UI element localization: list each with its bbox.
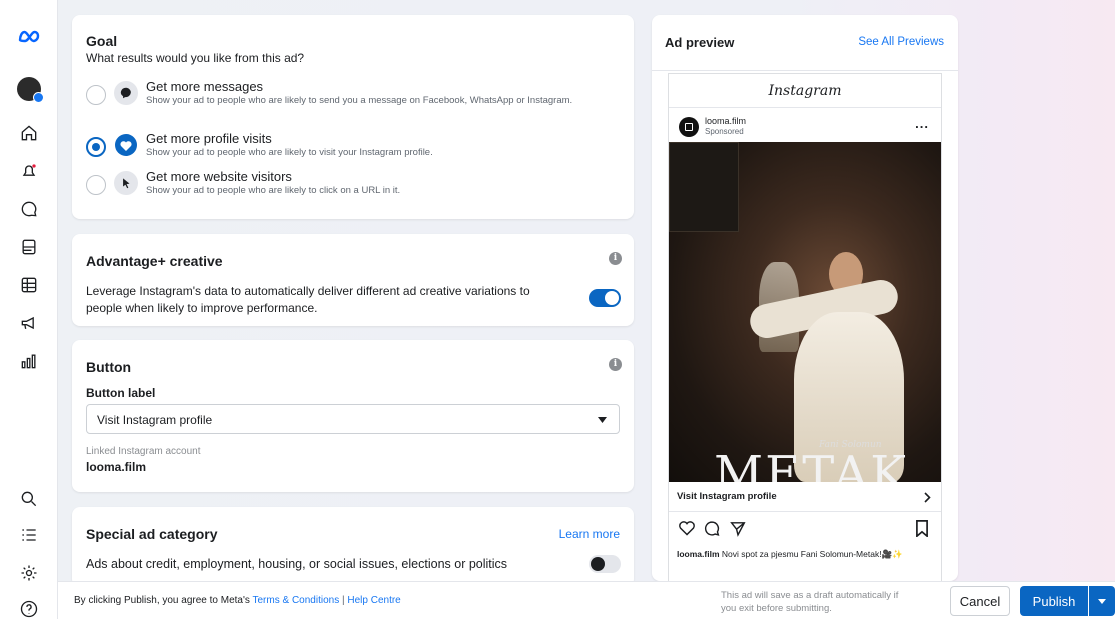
profile-icon <box>114 133 138 157</box>
option-title: Get more website visitors <box>146 169 292 184</box>
button-label-select[interactable]: Visit Instagram profile <box>86 404 620 434</box>
account-avatar-icon[interactable] <box>16 76 44 103</box>
share-icon[interactable] <box>729 520 747 537</box>
publish-button[interactable]: Publish <box>1020 586 1088 616</box>
caption-text: Novi spot za pjesmu Fani Solomun-Metak!🎥… <box>721 549 903 559</box>
toggle-knob <box>605 291 619 305</box>
goal-card: Goal What results would you like from th… <box>72 15 634 219</box>
info-icon[interactable]: i <box>609 358 622 371</box>
post-caption: looma.film Novi spot za pjesmu Fani Solo… <box>677 548 917 560</box>
radio-profile-visits[interactable] <box>86 137 106 157</box>
search-icon[interactable] <box>16 486 42 512</box>
button-card: Button i Button label Visit Instagram pr… <box>72 340 634 492</box>
special-description: Ads about credit, employment, housing, o… <box>86 557 508 571</box>
cursor-icon <box>114 171 138 195</box>
bookmark-icon[interactable] <box>915 520 929 537</box>
left-navigation-rail <box>0 0 58 619</box>
advantage-description: Leverage Instagram's data to automatical… <box>86 284 530 315</box>
see-all-previews-link[interactable]: See All Previews <box>858 36 944 48</box>
account-avatar <box>679 117 699 137</box>
option-desc: Show your ad to people who are likely to… <box>146 185 401 196</box>
grid-icon[interactable] <box>16 272 42 298</box>
posts-icon[interactable] <box>16 234 42 260</box>
chevron-down-icon <box>598 417 607 423</box>
goal-subtitle: What results would you like from this ad… <box>86 51 305 65</box>
cta-bar[interactable]: Visit Instagram profile <box>669 482 941 512</box>
terms-link[interactable]: Terms & Conditions <box>253 595 340 606</box>
menu-icon[interactable] <box>16 522 42 548</box>
overlay-title: METAK <box>714 446 909 482</box>
special-title: Special ad category <box>86 526 218 542</box>
instagram-logo: Instagram <box>669 74 941 108</box>
goal-option-website-visitors[interactable]: Get more website visitors Show your ad t… <box>86 169 606 205</box>
option-title: Get more profile visits <box>146 131 272 146</box>
meta-logo-icon[interactable] <box>16 24 42 50</box>
goal-title: Goal <box>86 33 118 49</box>
caption-user: looma.film <box>677 549 720 559</box>
publish-options-button[interactable] <box>1089 586 1115 616</box>
ad-preview-title: Ad preview <box>665 35 735 50</box>
chevron-right-icon <box>924 492 931 503</box>
cta-label: Visit Instagram profile <box>677 491 777 502</box>
messenger-icon <box>114 81 138 105</box>
help-icon[interactable] <box>16 596 42 619</box>
messages-icon[interactable] <box>16 196 42 222</box>
home-icon[interactable] <box>16 120 42 146</box>
button-label-heading: Button label <box>86 386 156 400</box>
insights-icon[interactable] <box>16 348 42 374</box>
post-account-name: looma.film <box>705 116 747 126</box>
ad-preview-panel: Ad preview See All Previews Instagram lo… <box>652 15 958 581</box>
settings-icon[interactable] <box>16 560 42 586</box>
ad-image: Fani Solomun METAK <box>669 142 941 482</box>
draft-note-line-2: you exit before submitting. <box>721 603 832 614</box>
option-title: Get more messages <box>146 79 264 94</box>
notifications-icon[interactable] <box>16 158 42 184</box>
sponsored-label: Sponsored <box>705 127 744 136</box>
separator: | <box>341 595 345 606</box>
draft-note: This ad will save as a draft automatical… <box>721 589 898 615</box>
publish-notice: By clicking Publish, you agree to Meta's… <box>74 595 401 606</box>
draft-note-line-1: This ad will save as a draft automatical… <box>721 590 899 601</box>
ads-icon[interactable] <box>16 310 42 336</box>
help-centre-link[interactable]: Help Centre <box>347 595 400 606</box>
option-desc: Show your ad to people who are likely to… <box>146 147 433 158</box>
button-section-title: Button <box>86 359 132 375</box>
linked-account-value: looma.film <box>86 460 147 474</box>
more-options-icon[interactable]: ... <box>915 116 929 131</box>
radio-website-visitors[interactable] <box>86 175 106 195</box>
info-icon[interactable]: i <box>609 252 622 265</box>
goal-option-profile-visits[interactable]: Get more profile visits Show your ad to … <box>86 131 606 167</box>
heart-icon[interactable] <box>678 520 696 536</box>
chevron-down-icon <box>1098 598 1106 604</box>
footer-bar: By clicking Publish, you agree to Meta's… <box>58 581 1115 619</box>
advantage-toggle[interactable] <box>589 289 621 307</box>
divider <box>652 70 958 71</box>
special-ad-category-card: Special ad category Learn more Ads about… <box>72 507 634 587</box>
cancel-button[interactable]: Cancel <box>950 586 1010 616</box>
select-value: Visit Instagram profile <box>97 413 213 427</box>
instagram-mockup: Instagram looma.film Sponsored ... Fani … <box>668 73 942 581</box>
option-desc: Show your ad to people who are likely to… <box>146 95 573 106</box>
goal-option-messages[interactable]: Get more messages Show your ad to people… <box>86 79 606 115</box>
learn-more-link[interactable]: Learn more <box>559 527 620 541</box>
picture-frame <box>669 142 739 232</box>
comment-icon[interactable] <box>703 520 721 537</box>
advantage-title: Advantage+ creative <box>86 253 223 269</box>
linked-account-label: Linked Instagram account <box>86 446 201 457</box>
advantage-creative-card: Advantage+ creative i Leverage Instagram… <box>72 234 634 326</box>
special-toggle[interactable] <box>589 555 621 573</box>
notice-prefix: By clicking Publish, you agree to Meta's <box>74 595 250 606</box>
radio-messages[interactable] <box>86 85 106 105</box>
toggle-knob <box>591 557 605 571</box>
